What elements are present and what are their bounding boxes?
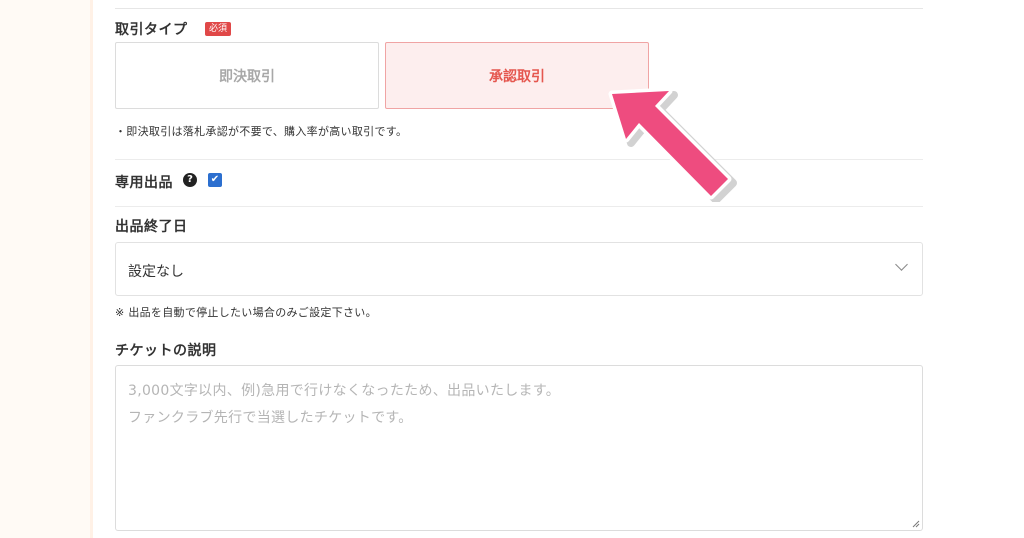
description-label: チケットの説明 — [115, 343, 217, 359]
end-date-label: 出品終了日 — [115, 219, 188, 235]
left-gutter — [0, 0, 90, 538]
description-placeholder-line-2: ファンクラブ先行で当選したチケットです。 — [128, 410, 413, 426]
description-placeholder-line-1: 3,000文字以内、例)急用で行けなくなったため、出品いたします。 — [128, 383, 561, 399]
left-gutter-border — [90, 0, 93, 538]
description-textarea[interactable]: 3,000文字以内、例)急用で行けなくなったため、出品いたします。 ファンクラブ… — [115, 365, 923, 531]
transaction-type-label: 取引タイプ — [115, 22, 188, 38]
resize-handle-icon[interactable] — [912, 520, 920, 528]
exclusive-listing-label: 専用出品 — [115, 175, 173, 191]
end-date-select[interactable]: 設定なし — [115, 242, 923, 296]
end-date-select-value: 設定なし — [128, 264, 184, 280]
required-badge: 必須 — [205, 22, 232, 36]
exclusive-listing-checkbox[interactable]: ✔ — [208, 173, 222, 187]
divider — [115, 206, 923, 207]
top-divider — [115, 8, 923, 9]
annotation-arrow-icon — [608, 87, 737, 202]
question-circle-icon[interactable]: ? — [183, 173, 197, 187]
instant-transaction-option[interactable]: 即決取引 — [115, 42, 379, 109]
end-date-note: ※ 出品を自動で停止したい場合のみご設定下さい。 — [115, 306, 377, 319]
divider — [115, 159, 923, 160]
transaction-type-note: ・即決取引は落札承認が不要で、購入率が高い取引です。 — [115, 125, 408, 138]
chevron-down-icon — [895, 258, 908, 271]
